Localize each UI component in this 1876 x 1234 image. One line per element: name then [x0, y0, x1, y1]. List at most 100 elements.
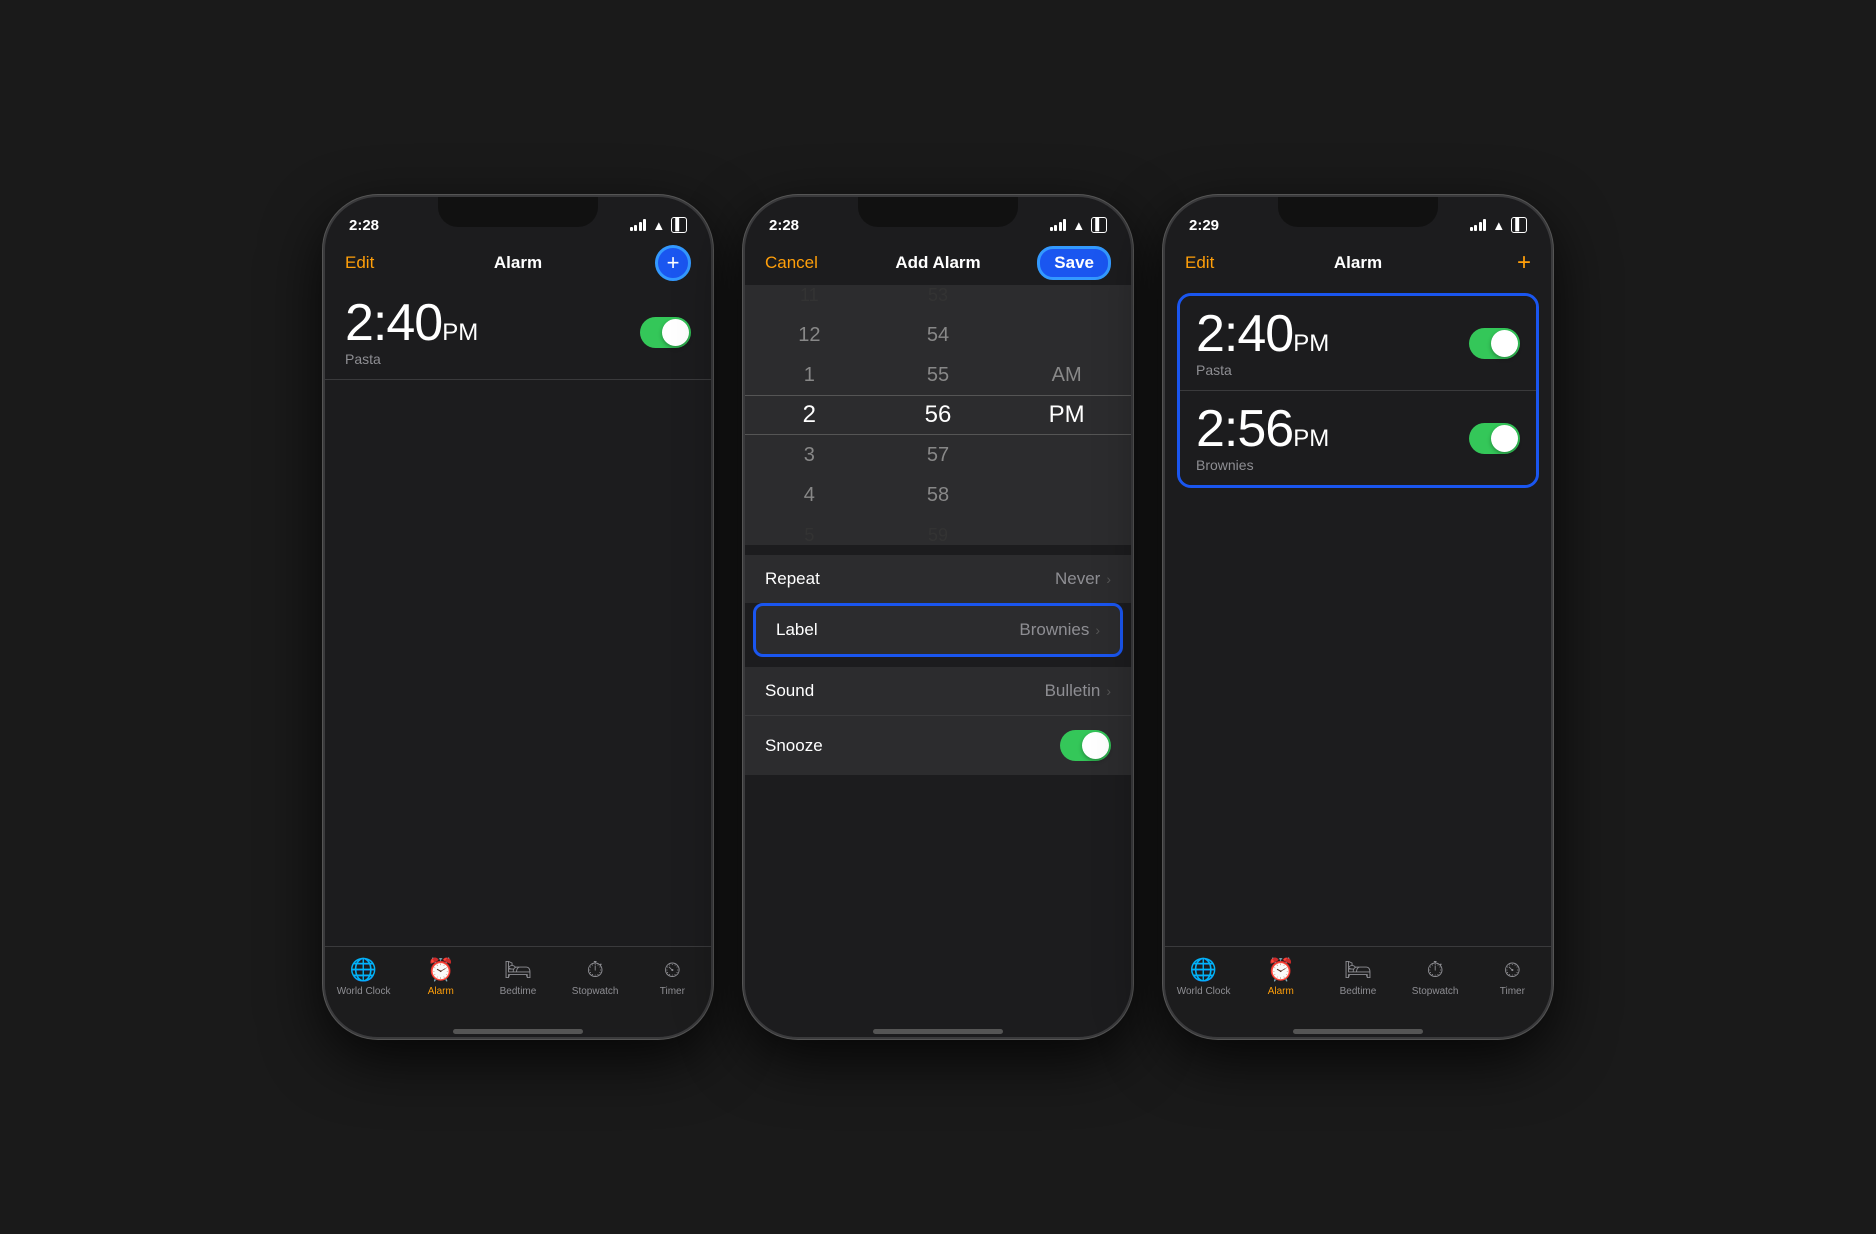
sound-chevron-2: › [1106, 683, 1111, 699]
home-indicator-1 [325, 1029, 711, 1037]
plus-icon-1: + [667, 252, 680, 274]
picker-hour-3: 3 [745, 435, 874, 475]
alarm-icon-3: ⏰ [1267, 957, 1294, 983]
alarm-label-1: Pasta [345, 351, 478, 367]
picker-minutes-2[interactable]: 53 54 55 56 57 58 59 [874, 285, 1003, 545]
nav-title-3: Alarm [1334, 253, 1382, 273]
sound-label-2: Sound [765, 681, 814, 701]
alarm-item-1[interactable]: 2:40PM Pasta [325, 285, 711, 380]
picker-min-55: 55 [874, 355, 1003, 395]
settings-section-2: Repeat Never › [745, 555, 1131, 603]
snooze-toggle-2[interactable] [1060, 730, 1111, 761]
alarm-time-3-2: 2:56 [1196, 400, 1293, 458]
battery-icon-3: ▌ [1511, 217, 1527, 233]
tab-bar-1: 🌐 World Clock ⏰ Alarm 🛏 Bedtime ⏱ Stopwa… [325, 946, 711, 1029]
alarm-ampm-1: PM [442, 319, 478, 346]
snooze-row-2[interactable]: Snooze [745, 716, 1131, 775]
status-time-3: 2:29 [1189, 217, 1219, 234]
timer-icon-1: ⏲ [664, 957, 681, 983]
signal-icon-1 [630, 219, 647, 231]
alarm-time-3-1: 2:40 [1196, 305, 1293, 363]
alarm-time-display-1: 2:40PM [345, 297, 478, 349]
tab-bedtime-3[interactable]: 🛏 Bedtime [1328, 957, 1388, 997]
picker-hour-4: 4 [745, 475, 874, 515]
battery-icon-1: ▌ [671, 217, 687, 233]
alarm-time-block-3-2: 2:56PM Brownies [1196, 403, 1329, 473]
add-alarm-button-3[interactable]: + [1517, 249, 1531, 277]
phone-2: 2:28 ▲ ▌ Cancel Add Alarm Save [743, 195, 1133, 1039]
tab-alarm-3[interactable]: ⏰ Alarm [1251, 957, 1311, 997]
world-clock-icon-1: 🌐 [350, 957, 377, 983]
label-value-2: Brownies › [1019, 620, 1100, 640]
edit-button-1[interactable]: Edit [345, 253, 374, 273]
nav-title-1: Alarm [494, 253, 542, 273]
picker-min-56: 56 [874, 395, 1003, 435]
alarm-toggle-1[interactable] [640, 317, 691, 348]
cancel-button-2[interactable]: Cancel [765, 253, 818, 273]
status-time-2: 2:28 [769, 217, 799, 234]
add-alarm-button-1[interactable]: + [655, 245, 691, 281]
picker-min-59: 59 [874, 515, 1003, 545]
repeat-chevron-2: › [1106, 571, 1111, 587]
bedtime-icon-3: 🛏 [1344, 957, 1372, 983]
spacer-3 [1165, 496, 1551, 946]
save-button-2[interactable]: Save [1037, 246, 1111, 280]
status-icons-3: ▲ ▌ [1470, 217, 1527, 233]
tab-timer-1[interactable]: ⏲ Timer [642, 957, 702, 997]
alarm-toggle-3-2[interactable] [1469, 423, 1520, 454]
tab-timer-3[interactable]: ⏲ Timer [1482, 957, 1542, 997]
edit-button-3[interactable]: Edit [1185, 253, 1214, 273]
label-row-container-2: Label Brownies › [745, 603, 1131, 657]
nav-title-2: Add Alarm [895, 253, 980, 273]
wifi-icon-3: ▲ [1492, 218, 1505, 233]
tab-stopwatch-3[interactable]: ⏱ Stopwatch [1405, 957, 1465, 997]
world-clock-label-1: World Clock [337, 986, 391, 997]
picker-hour-2: 2 [745, 395, 874, 435]
tab-world-clock-3[interactable]: 🌐 World Clock [1174, 957, 1234, 997]
tab-alarm-1[interactable]: ⏰ Alarm [411, 957, 471, 997]
home-indicator-3 [1165, 1029, 1551, 1037]
spacer-2 [745, 775, 1131, 1029]
status-time-1: 2:28 [349, 217, 379, 234]
picker-pm: PM [1002, 395, 1131, 435]
picker-min-53: 53 [874, 285, 1003, 315]
phone-1: 2:28 ▲ ▌ Edit Alarm + [323, 195, 713, 1039]
label-label-2: Label [776, 620, 818, 640]
alarm-icon-1: ⏰ [427, 957, 454, 983]
alarm-time-display-3-2: 2:56PM [1196, 403, 1329, 455]
alarm-time-block-3-1: 2:40PM Pasta [1196, 308, 1329, 378]
alarm-item-3-2[interactable]: 2:56PM Brownies [1180, 390, 1536, 485]
signal-icon-2 [1050, 219, 1067, 231]
alarm-label-3-1: Pasta [1196, 362, 1329, 378]
signal-icon-3 [1470, 219, 1487, 231]
picker-ampm-2[interactable]: AM PM [1002, 285, 1131, 545]
tab-world-clock-1[interactable]: 🌐 World Clock [334, 957, 394, 997]
repeat-row-2[interactable]: Repeat Never › [745, 555, 1131, 603]
stopwatch-label-3: Stopwatch [1412, 986, 1459, 997]
tab-stopwatch-1[interactable]: ⏱ Stopwatch [565, 957, 625, 997]
phones-container: 2:28 ▲ ▌ Edit Alarm + [323, 195, 1553, 1039]
stopwatch-icon-1: ⏱ [587, 957, 604, 983]
time-picker-2[interactable]: 11 12 1 2 3 4 5 53 54 55 56 57 58 59 [745, 285, 1131, 545]
timer-label-3: Timer [1500, 986, 1525, 997]
status-bar-1: 2:28 ▲ ▌ [325, 197, 711, 241]
tab-bedtime-1[interactable]: 🛏 Bedtime [488, 957, 548, 997]
picker-hour-12: 12 [745, 315, 874, 355]
wifi-icon-2: ▲ [1072, 218, 1085, 233]
picker-min-58: 58 [874, 475, 1003, 515]
tab-bar-3: 🌐 World Clock ⏰ Alarm 🛏 Bedtime ⏱ Stopwa… [1165, 946, 1551, 1029]
alarm-tab-label-3: Alarm [1268, 986, 1294, 997]
phone-1-screen: 2:28 ▲ ▌ Edit Alarm + [325, 197, 711, 1037]
repeat-label-2: Repeat [765, 569, 820, 589]
picker-hours-2[interactable]: 11 12 1 2 3 4 5 [745, 285, 874, 545]
nav-bar-3: Edit Alarm + [1165, 241, 1551, 285]
alarm-item-3-1[interactable]: 2:40PM Pasta [1180, 296, 1536, 390]
alarm-time-1: 2:40 [345, 294, 442, 352]
alarm-toggle-3-1[interactable] [1469, 328, 1520, 359]
sound-row-2[interactable]: Sound Bulletin › [745, 667, 1131, 716]
status-bar-2: 2:28 ▲ ▌ [745, 197, 1131, 241]
label-row-2[interactable]: Label Brownies › [753, 603, 1123, 657]
picker-hour-1: 1 [745, 355, 874, 395]
bedtime-icon-1: 🛏 [504, 957, 532, 983]
picker-min-57: 57 [874, 435, 1003, 475]
